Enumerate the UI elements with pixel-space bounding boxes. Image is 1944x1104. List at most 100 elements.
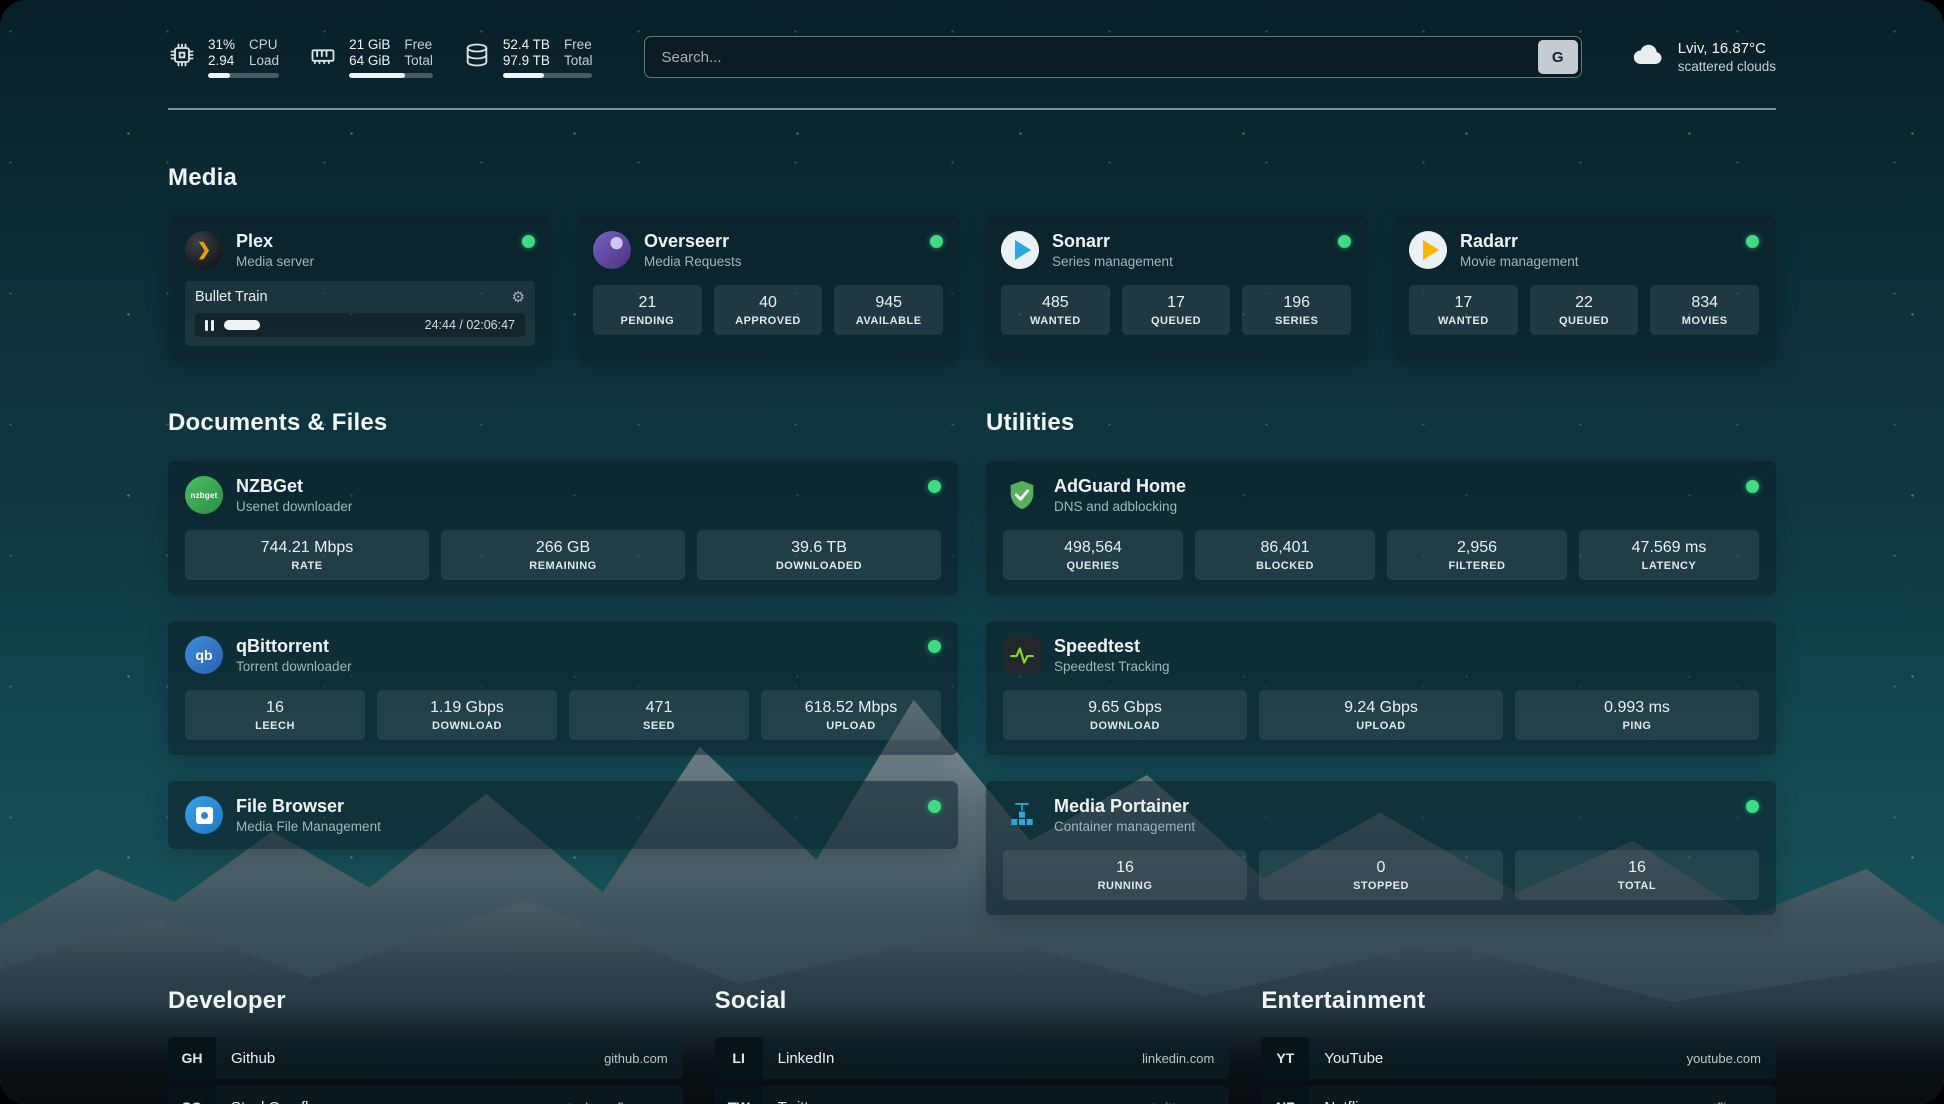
search-input[interactable] (644, 36, 1581, 78)
speedtest-icon (1003, 636, 1041, 674)
bookmark-abbr: NF (1261, 1086, 1309, 1104)
portainer-card: Media Portainer Container management 16 … (986, 781, 1776, 915)
nzbget-card: nzbget NZBGet Usenet downloader 744.21 M… (168, 461, 958, 595)
bookmark-abbr: YT (1261, 1037, 1309, 1079)
stat-movies: 834 MOVIES (1650, 285, 1759, 335)
top-bar: 31% CPU 2.94 Load 21 GiB (168, 36, 1776, 78)
sonarr-link[interactable]: Sonarr Series management (1001, 231, 1351, 269)
status-dot (1338, 235, 1351, 248)
bookmark-linkedin[interactable]: LI LinkedIn linkedin.com (715, 1037, 1230, 1079)
service-subtitle: Media Requests (644, 254, 742, 269)
bookmark-abbr: LI (715, 1037, 763, 1079)
weather-widget: Lviv, 16.87°C scattered clouds (1630, 37, 1776, 78)
stat-stopped: 0 STOPPED (1259, 850, 1503, 900)
qbittorrent-link[interactable]: qb qBittorrent Torrent downloader (185, 636, 941, 674)
bookmark-stackoverflow[interactable]: SO StackOverflow stackoverflow.com (168, 1086, 683, 1104)
service-name: Speedtest (1054, 636, 1170, 657)
speedtest-card: Speedtest Speedtest Tracking 9.65 Gbps D… (986, 621, 1776, 755)
social-section-title: Social (715, 987, 1230, 1015)
memory-widget: 21 GiB Free 64 GiB Total (309, 37, 433, 78)
speedtest-link[interactable]: Speedtest Speedtest Tracking (1003, 636, 1759, 674)
bookmark-name: LinkedIn (778, 1050, 835, 1067)
status-dot (928, 480, 941, 493)
weather-location-temp: Lviv, 16.87°C (1678, 40, 1776, 57)
memory-total-label: Total (404, 53, 433, 68)
stat-wanted: 485 WANTED (1001, 285, 1110, 335)
status-dot (1746, 480, 1759, 493)
settings-icon[interactable]: ⚙ (512, 290, 525, 305)
service-subtitle: Usenet downloader (236, 499, 352, 514)
service-subtitle: Container management (1054, 819, 1195, 834)
plex-link[interactable]: ❯ Plex Media server (185, 231, 535, 269)
filebrowser-link[interactable]: File Browser Media File Management (185, 796, 941, 834)
section-developer: Developer GH Github github.com SO StackO… (168, 987, 683, 1104)
status-dot (1746, 235, 1759, 248)
weather-condition: scattered clouds (1678, 59, 1776, 74)
memory-total-value: 64 GiB (349, 53, 390, 68)
status-dot (928, 800, 941, 813)
plex-icon: ❯ (185, 231, 223, 269)
qbittorrent-card: qb qBittorrent Torrent downloader 16 LEE… (168, 621, 958, 755)
bookmark-name: YouTube (1324, 1050, 1383, 1067)
entertainment-section-title: Entertainment (1261, 987, 1776, 1015)
service-name: AdGuard Home (1054, 476, 1186, 497)
portainer-link[interactable]: Media Portainer Container management (1003, 796, 1759, 834)
bookmark-abbr: SO (168, 1086, 216, 1104)
bookmark-domain: netflix.com (1699, 1100, 1761, 1104)
service-name: qBittorrent (236, 636, 352, 657)
playback-progress-track[interactable] (224, 320, 415, 330)
radarr-link[interactable]: Radarr Movie management (1409, 231, 1759, 269)
memory-usage-bar (349, 73, 433, 78)
documents-section-title: Documents & Files (168, 409, 958, 437)
header-divider (168, 108, 1776, 110)
nzbget-link[interactable]: nzbget NZBGet Usenet downloader (185, 476, 941, 514)
stat-filtered: 2,956 FILTERED (1387, 530, 1567, 580)
bookmark-domain: stackoverflow.com (561, 1100, 667, 1104)
status-dot (1746, 800, 1759, 813)
stat-series: 196 SERIES (1242, 285, 1351, 335)
stat-leech: 16 LEECH (185, 690, 365, 740)
status-dot (522, 235, 535, 248)
bookmark-youtube[interactable]: YT YouTube youtube.com (1261, 1037, 1776, 1079)
stat-latency: 47.569 ms LATENCY (1579, 530, 1759, 580)
overseerr-icon (593, 231, 631, 269)
service-name: Plex (236, 231, 314, 252)
bookmark-domain: twitter.com (1152, 1100, 1214, 1104)
adguard-link[interactable]: AdGuard Home DNS and adblocking (1003, 476, 1759, 514)
plex-card: ❯ Plex Media server Bullet Train ⚙ (168, 216, 552, 361)
status-dot (928, 640, 941, 653)
bookmark-netflix[interactable]: NF Netflix netflix.com (1261, 1086, 1776, 1104)
qbittorrent-icon: qb (185, 636, 223, 674)
utilities-section-title: Utilities (986, 409, 1776, 437)
stat-upload: 9.24 Gbps UPLOAD (1259, 690, 1503, 740)
bookmark-name: Github (231, 1050, 275, 1067)
stat-wanted: 17 WANTED (1409, 285, 1518, 335)
service-name: File Browser (236, 796, 381, 817)
stat-running: 16 RUNNING (1003, 850, 1247, 900)
dashboard-content: 31% CPU 2.94 Load 21 GiB (0, 0, 1944, 1104)
bookmark-domain: youtube.com (1687, 1051, 1761, 1066)
filebrowser-icon (185, 796, 223, 834)
stat-download: 9.65 Gbps DOWNLOAD (1003, 690, 1247, 740)
stat-queries: 498,564 QUERIES (1003, 530, 1183, 580)
developer-section-title: Developer (168, 987, 683, 1015)
bookmark-domain: linkedin.com (1142, 1051, 1214, 1066)
disk-widget: 52.4 TB Free 97.9 TB Total (463, 37, 593, 78)
service-subtitle: Media File Management (236, 819, 381, 834)
service-subtitle: DNS and adblocking (1054, 499, 1186, 514)
search-provider-button[interactable]: G (1538, 40, 1578, 74)
media-section-title: Media (168, 164, 1776, 192)
bookmark-abbr: GH (168, 1037, 216, 1079)
cpu-load-value: 2.94 (208, 53, 235, 68)
playback-time: 24:44 / 02:06:47 (425, 318, 515, 332)
overseerr-link[interactable]: Overseerr Media Requests (593, 231, 943, 269)
plex-now-playing: Bullet Train ⚙ 24:44 / 02:06:47 (185, 281, 535, 346)
overseerr-card: Overseerr Media Requests 21 PENDING 40 A… (576, 216, 960, 361)
stat-pending: 21 PENDING (593, 285, 702, 335)
stat-queued: 22 QUEUED (1530, 285, 1639, 335)
filebrowser-card: File Browser Media File Management (168, 781, 958, 849)
bookmark-github[interactable]: GH Github github.com (168, 1037, 683, 1079)
memory-icon (309, 41, 337, 74)
pause-icon[interactable] (205, 320, 214, 331)
bookmark-twitter[interactable]: TW Twitter twitter.com (715, 1086, 1230, 1104)
